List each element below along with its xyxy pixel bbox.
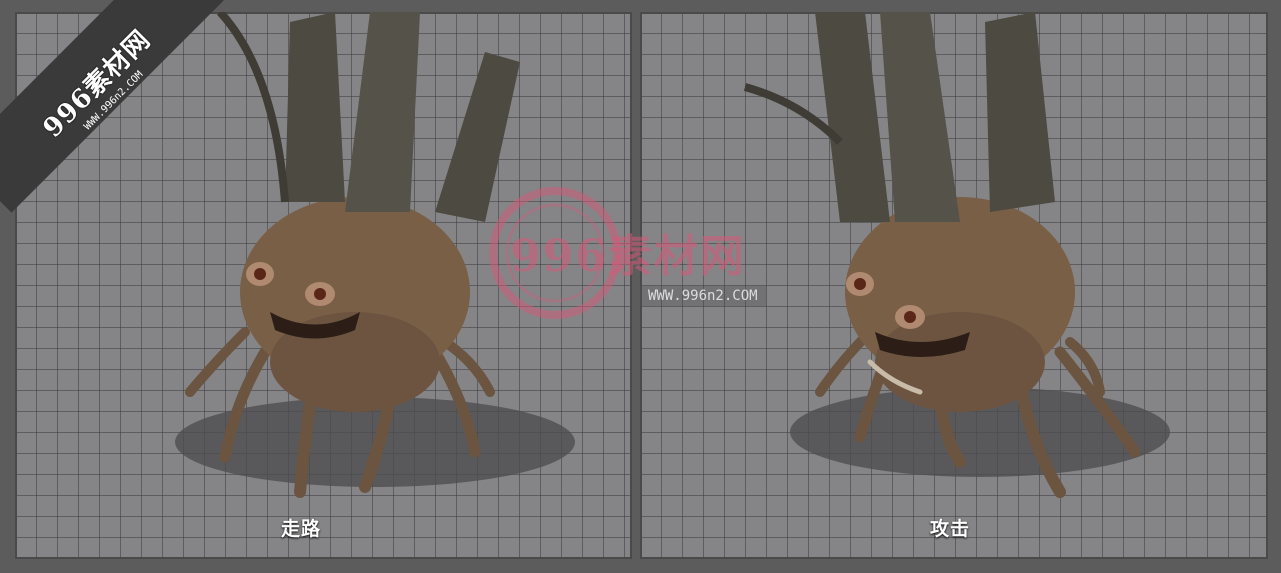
preview-frame: 走路 攻击 996素材网 WWW.996n2.COM 996素材网 WWW.99… (0, 0, 1281, 573)
preview-panel-attack: 攻击 (640, 12, 1268, 559)
tree-monster-attack-image (743, 12, 1170, 498)
tree-monster-walk-image (175, 12, 575, 498)
caption-attack: 攻击 (930, 518, 971, 540)
caption-walk: 走路 (281, 518, 322, 540)
preview-panel-walk: 走路 (15, 12, 632, 559)
